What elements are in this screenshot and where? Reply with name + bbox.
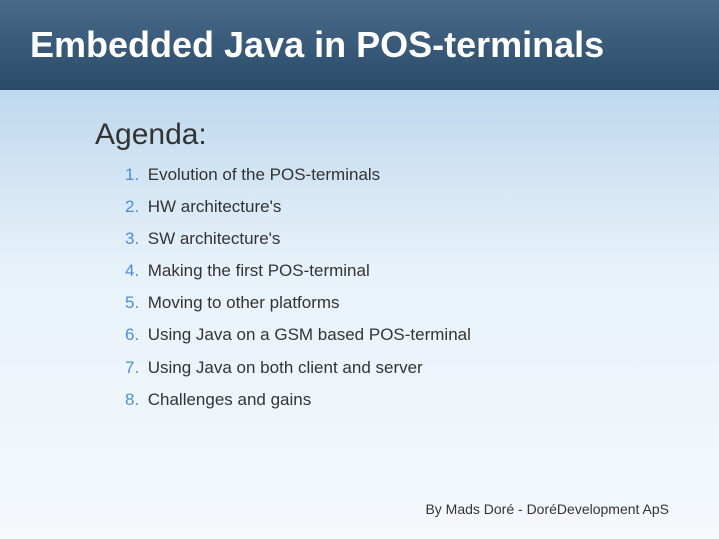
item-text: HW architecture's	[148, 197, 282, 216]
item-text: Evolution of the POS-terminals	[148, 165, 380, 184]
item-number: 7.	[125, 357, 143, 379]
item-number: 4.	[125, 260, 143, 282]
item-text: SW architecture's	[148, 229, 281, 248]
item-text: Using Java on a GSM based POS-terminal	[148, 325, 471, 344]
item-text: Using Java on both client and server	[148, 358, 423, 377]
title-bar: Embedded Java in POS-terminals	[0, 0, 719, 90]
agenda-item: 3. SW architecture's	[125, 228, 485, 250]
footer-attribution: By Mads Doré - DoréDevelopment ApS	[425, 501, 669, 517]
agenda-heading: Agenda:	[95, 118, 659, 152]
item-text: Challenges and gains	[148, 390, 312, 409]
item-number: 1.	[125, 164, 143, 186]
item-text: Moving to other platforms	[148, 293, 340, 312]
agenda-list: 1. Evolution of the POS-terminals 2. HW …	[95, 164, 659, 411]
agenda-item: 4. Making the first POS-terminal	[125, 260, 485, 282]
agenda-item: 1. Evolution of the POS-terminals	[125, 164, 485, 186]
item-number: 3.	[125, 228, 143, 250]
item-number: 8.	[125, 389, 143, 411]
item-number: 6.	[125, 324, 143, 346]
agenda-item: 2. HW architecture's	[125, 196, 485, 218]
agenda-item: 6. Using Java on a GSM based POS-termina…	[125, 324, 485, 346]
agenda-item: 7. Using Java on both client and server	[125, 357, 485, 379]
slide-content: Agenda: 1. Evolution of the POS-terminal…	[0, 90, 719, 411]
item-number: 2.	[125, 196, 143, 218]
agenda-item: 5. Moving to other platforms	[125, 292, 485, 314]
item-number: 5.	[125, 292, 143, 314]
agenda-item: 8. Challenges and gains	[125, 389, 485, 411]
item-text: Making the first POS-terminal	[148, 261, 370, 280]
slide-title: Embedded Java in POS-terminals	[30, 24, 604, 66]
